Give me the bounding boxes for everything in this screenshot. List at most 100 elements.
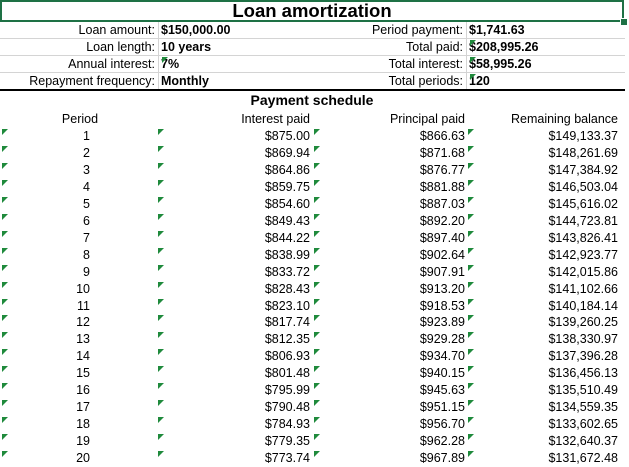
balance-cell[interactable]: $141,102.66 [470,281,618,298]
balance-cell[interactable]: $142,923.77 [470,247,618,264]
interest-cell[interactable]: $773.74 [160,450,310,467]
error-indicator-icon [468,247,474,254]
table-row: 19 $779.35 $962.28 $132,640.37 [0,433,629,450]
period-cell[interactable]: 1 [0,128,90,145]
interest-cell[interactable]: $790.48 [160,399,310,416]
period-cell[interactable]: 5 [0,196,90,213]
balance-cell[interactable]: $132,640.37 [470,433,618,450]
period-cell[interactable]: 10 [0,281,90,298]
interest-cell[interactable]: $838.99 [160,247,310,264]
principal-cell[interactable]: $892.20 [316,213,465,230]
period-cell[interactable]: 6 [0,213,90,230]
balance-cell[interactable]: $142,015.86 [470,264,618,281]
principal-cell[interactable]: $940.15 [316,365,465,382]
balance-cell[interactable]: $135,510.49 [470,382,618,399]
loan-length-label: Loan length: [86,40,155,54]
repayment-frequency-value[interactable]: Monthly [161,73,209,89]
total-interest-value[interactable]: $58,995.26 [469,56,532,72]
balance-cell[interactable]: $146,503.04 [470,179,618,196]
interest-cell[interactable]: $801.48 [160,365,310,382]
principal-cell[interactable]: $907.91 [316,264,465,281]
period-cell[interactable]: 18 [0,416,90,433]
principal-cell[interactable]: $929.28 [316,331,465,348]
period-cell[interactable]: 9 [0,264,90,281]
period-cell[interactable]: 14 [0,348,90,365]
period-cell[interactable]: 13 [0,331,90,348]
principal-cell[interactable]: $902.64 [316,247,465,264]
period-payment-value[interactable]: $1,741.63 [469,22,525,38]
annual-interest-value[interactable]: 7% [161,56,179,72]
principal-cell[interactable]: $945.63 [316,382,465,399]
interest-cell[interactable]: $812.35 [160,331,310,348]
interest-cell[interactable]: $869.94 [160,145,310,162]
balance-cell[interactable]: $144,723.81 [470,213,618,230]
principal-cell[interactable]: $881.88 [316,179,465,196]
interest-cell[interactable]: $806.93 [160,348,310,365]
principal-cell[interactable]: $967.89 [316,450,465,467]
total-paid-value[interactable]: $208,995.26 [469,39,539,55]
total-periods-value[interactable]: 120 [469,73,490,89]
fill-handle[interactable] [620,18,628,26]
period-cell[interactable]: 3 [0,162,90,179]
period-cell[interactable]: 16 [0,382,90,399]
interest-cell[interactable]: $864.86 [160,162,310,179]
interest-cell[interactable]: $828.43 [160,281,310,298]
interest-cell[interactable]: $779.35 [160,433,310,450]
interest-cell[interactable]: $817.74 [160,314,310,331]
period-cell[interactable]: 7 [0,230,90,247]
balance-cell[interactable]: $143,826.41 [470,230,618,247]
principal-cell[interactable]: $913.20 [316,281,465,298]
interest-cell[interactable]: $844.22 [160,230,310,247]
balance-cell[interactable]: $148,261.69 [470,145,618,162]
interest-cell[interactable]: $875.00 [160,128,310,145]
loan-amount-value[interactable]: $150,000.00 [161,22,231,38]
principal-cell[interactable]: $918.53 [316,298,465,315]
principal-cell[interactable]: $956.70 [316,416,465,433]
loan-length-value[interactable]: 10 years [161,39,211,55]
interest-cell[interactable]: $823.10 [160,298,310,315]
table-row: 11 $823.10 $918.53 $140,184.14 [0,298,629,315]
interest-cell[interactable]: $795.99 [160,382,310,399]
balance-cell[interactable]: $139,260.25 [470,314,618,331]
error-indicator-icon [2,400,8,407]
principal-cell[interactable]: $934.70 [316,348,465,365]
period-cell[interactable]: 15 [0,365,90,382]
balance-cell[interactable]: $133,602.65 [470,416,618,433]
period-cell[interactable]: 20 [0,450,90,467]
error-indicator-icon [468,281,474,288]
period-cell[interactable]: 11 [0,298,90,315]
principal-cell[interactable]: $923.89 [316,314,465,331]
error-indicator-icon [314,332,320,339]
principal-cell[interactable]: $951.15 [316,399,465,416]
principal-cell[interactable]: $887.03 [316,196,465,213]
balance-cell[interactable]: $136,456.13 [470,365,618,382]
interest-cell[interactable]: $859.75 [160,179,310,196]
principal-cell[interactable]: $962.28 [316,433,465,450]
principal-cell[interactable]: $866.63 [316,128,465,145]
principal-cell[interactable]: $876.77 [316,162,465,179]
period-cell[interactable]: 19 [0,433,90,450]
balance-cell[interactable]: $131,672.48 [470,450,618,467]
balance-cell[interactable]: $145,616.02 [470,196,618,213]
period-cell[interactable]: 4 [0,179,90,196]
period-cell[interactable]: 2 [0,145,90,162]
balance-cell[interactable]: $137,396.28 [470,348,618,365]
interest-cell[interactable]: $854.60 [160,196,310,213]
period-cell[interactable]: 17 [0,399,90,416]
principal-cell[interactable]: $897.40 [316,230,465,247]
table-row: 5 $854.60 $887.03 $145,616.02 [0,196,629,213]
balance-cell[interactable]: $149,133.37 [470,128,618,145]
interest-cell[interactable]: $849.43 [160,213,310,230]
sheet-title: Loan amortization [232,0,392,21]
error-indicator-icon [2,129,8,135]
balance-cell[interactable]: $134,559.35 [470,399,618,416]
balance-cell[interactable]: $138,330.97 [470,331,618,348]
balance-cell[interactable]: $140,184.14 [470,298,618,315]
period-cell[interactable]: 8 [0,247,90,264]
period-cell[interactable]: 12 [0,314,90,331]
principal-cell[interactable]: $871.68 [316,145,465,162]
balance-cell[interactable]: $147,384.92 [470,162,618,179]
interest-cell[interactable]: $833.72 [160,264,310,281]
error-indicator-icon [314,129,320,135]
interest-cell[interactable]: $784.93 [160,416,310,433]
